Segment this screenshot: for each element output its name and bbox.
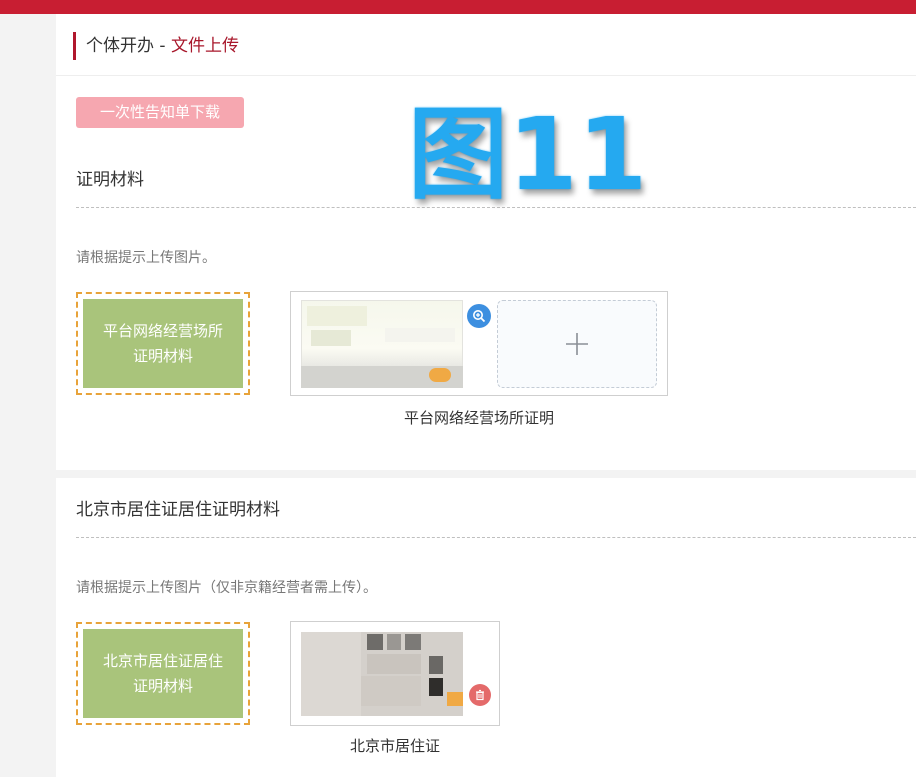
title-accent-bar — [73, 32, 76, 60]
section-title-residence: 北京市居住证居住证明材料 — [76, 500, 280, 520]
section-title-proof: 证明材料 — [76, 170, 144, 190]
left-rail — [0, 14, 56, 777]
section-divider — [76, 537, 916, 538]
upload-panel-proof: 个体开办 - 文件上传 一次性告知单下载 证明材料 请根据提示上传图片。 平台网… — [56, 14, 916, 470]
zoom-in-icon[interactable] — [467, 304, 491, 328]
plus-icon — [566, 333, 588, 355]
upload-hint: 请根据提示上传图片（仅非京籍经营者需上传）。 — [76, 580, 377, 596]
label-card-residence: 北京市居住证居住 证明材料 — [76, 622, 250, 725]
upload-panel-residence: 北京市居住证居住证明材料 请根据提示上传图片（仅非京籍经营者需上传）。 北京市居… — [56, 478, 916, 777]
trash-icon[interactable] — [469, 684, 491, 706]
label-card-text: 平台网络经营场所 证明材料 — [83, 299, 243, 388]
upload-hint: 请根据提示上传图片。 — [76, 250, 216, 266]
watermark-label: 图11 — [408, 96, 648, 213]
label-card-proof: 平台网络经营场所 证明材料 — [76, 292, 250, 395]
upload-caption: 北京市居住证 — [349, 737, 440, 755]
notice-download-button[interactable]: 一次性告知单下载 — [76, 97, 244, 128]
breadcrumb-parent[interactable]: 个体开办 — [86, 36, 154, 56]
upload-caption: 平台网络经营场所证明 — [403, 409, 554, 427]
uploaded-image-thumbnail[interactable] — [301, 632, 463, 716]
upload-area-residence — [290, 621, 500, 726]
upload-area-proof — [290, 291, 668, 396]
label-card-text: 北京市居住证居住 证明材料 — [83, 629, 243, 718]
breadcrumb-separator: - — [159, 36, 166, 56]
breadcrumb: 个体开办 - 文件上传 — [86, 34, 239, 58]
page-header: 个体开办 - 文件上传 — [56, 14, 916, 76]
add-image-slot[interactable] — [497, 300, 657, 388]
uploaded-image-thumbnail[interactable] — [301, 300, 463, 388]
breadcrumb-current: 文件上传 — [170, 36, 239, 56]
top-brand-bar — [0, 0, 916, 14]
